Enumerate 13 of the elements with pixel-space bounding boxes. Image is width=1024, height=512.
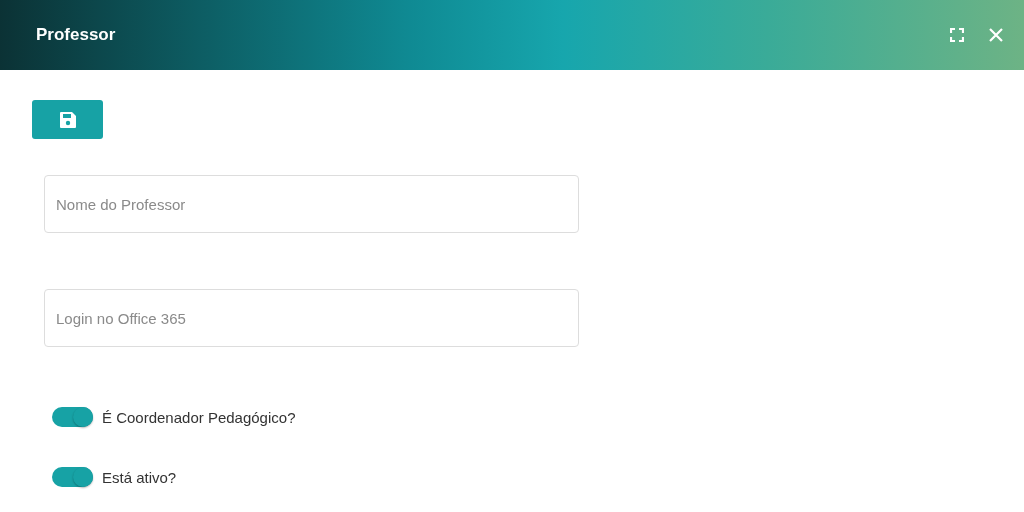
switch-label: Está ativo? (102, 468, 177, 486)
window-title: Professor (36, 25, 117, 45)
text-field[interactable]: Login no Office 365 (44, 289, 579, 347)
switch-label: É Coordenador Pedagógico? (102, 408, 296, 426)
fullscreen-button[interactable] (950, 28, 964, 42)
fullscreen-icon (950, 28, 964, 42)
close-button[interactable] (988, 27, 1004, 43)
text-field[interactable]: Nome do Professor (44, 175, 579, 233)
close-icon (988, 27, 1004, 43)
toggle-switch[interactable] (52, 467, 93, 487)
save-button[interactable] (32, 100, 103, 139)
save-icon (58, 110, 77, 129)
toggle-switch[interactable] (52, 407, 93, 427)
